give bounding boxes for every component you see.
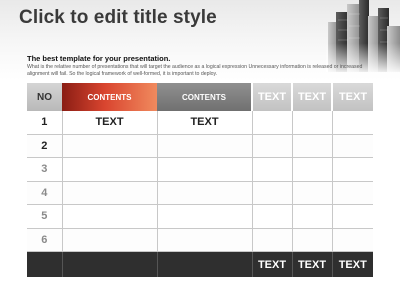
table-cell[interactable]: [252, 228, 293, 252]
table-cell[interactable]: [252, 134, 293, 158]
subtitle[interactable]: The best template for your presentation.: [27, 54, 170, 63]
footer-text-3[interactable]: TEXT: [332, 251, 373, 277]
table-row: 1 TEXT TEXT: [27, 111, 373, 135]
table-cell[interactable]: [332, 228, 373, 252]
table-row: 6: [27, 228, 373, 252]
footer-cell[interactable]: [62, 251, 158, 277]
row-number[interactable]: 6: [27, 228, 63, 252]
row-number[interactable]: 1: [27, 111, 63, 135]
table-row: 5: [27, 204, 373, 229]
header-text-1[interactable]: TEXT: [251, 83, 292, 111]
footer-cell[interactable]: [27, 251, 63, 277]
table-cell[interactable]: [62, 134, 158, 158]
table-cell[interactable]: [157, 181, 253, 205]
footer-text-2[interactable]: TEXT: [292, 251, 333, 277]
table-cell[interactable]: [332, 134, 373, 158]
slide: Click to edit title style The best templ: [0, 0, 400, 300]
header-contents-2[interactable]: CONTENTS: [157, 83, 252, 111]
table-cell[interactable]: [62, 157, 158, 182]
table-row: 2: [27, 134, 373, 158]
table-cell[interactable]: [252, 111, 293, 135]
body-text[interactable]: What is the relative number of presentat…: [27, 64, 363, 78]
table-cell[interactable]: [157, 204, 253, 229]
table-cell[interactable]: [292, 204, 333, 229]
table-cell[interactable]: TEXT: [62, 111, 158, 135]
header-text-2[interactable]: TEXT: [291, 83, 332, 111]
table-cell[interactable]: [157, 228, 253, 252]
table-cell[interactable]: [332, 204, 373, 229]
table-cell[interactable]: TEXT: [157, 111, 253, 135]
table-cell[interactable]: [332, 111, 373, 135]
header-no[interactable]: NO: [27, 83, 62, 111]
table-cell[interactable]: [292, 228, 333, 252]
row-number[interactable]: 5: [27, 204, 63, 229]
row-number[interactable]: 4: [27, 181, 63, 205]
table-footer-row: TEXT TEXT TEXT: [27, 251, 373, 277]
table-cell[interactable]: [292, 157, 333, 182]
table-cell[interactable]: [252, 181, 293, 205]
table-row: 4: [27, 181, 373, 205]
table-cell[interactable]: [292, 134, 333, 158]
table-cell[interactable]: [157, 157, 253, 182]
table-header-row: NO CONTENTS CONTENTS TEXT TEXT TEXT: [27, 83, 373, 111]
header-contents-1[interactable]: CONTENTS: [62, 83, 157, 111]
footer-text-1[interactable]: TEXT: [252, 251, 293, 277]
slide-title[interactable]: Click to edit title style: [19, 7, 217, 29]
table-cell[interactable]: [292, 111, 333, 135]
table-cell[interactable]: [62, 228, 158, 252]
table-row: 3: [27, 157, 373, 182]
content-table: NO CONTENTS CONTENTS TEXT TEXT TEXT 1 TE…: [27, 83, 373, 277]
footer-cell[interactable]: [157, 251, 253, 277]
city-buildings-image: [326, 0, 400, 72]
table-cell[interactable]: [157, 134, 253, 158]
table-cell[interactable]: [292, 181, 333, 205]
row-number[interactable]: 3: [27, 157, 63, 182]
table-cell[interactable]: [62, 204, 158, 229]
table-cell[interactable]: [252, 204, 293, 229]
row-number[interactable]: 2: [27, 134, 63, 158]
table-cell[interactable]: [332, 181, 373, 205]
header-text-3[interactable]: TEXT: [331, 83, 373, 111]
table-cell[interactable]: [252, 157, 293, 182]
table-cell[interactable]: [62, 181, 158, 205]
table-cell[interactable]: [332, 157, 373, 182]
